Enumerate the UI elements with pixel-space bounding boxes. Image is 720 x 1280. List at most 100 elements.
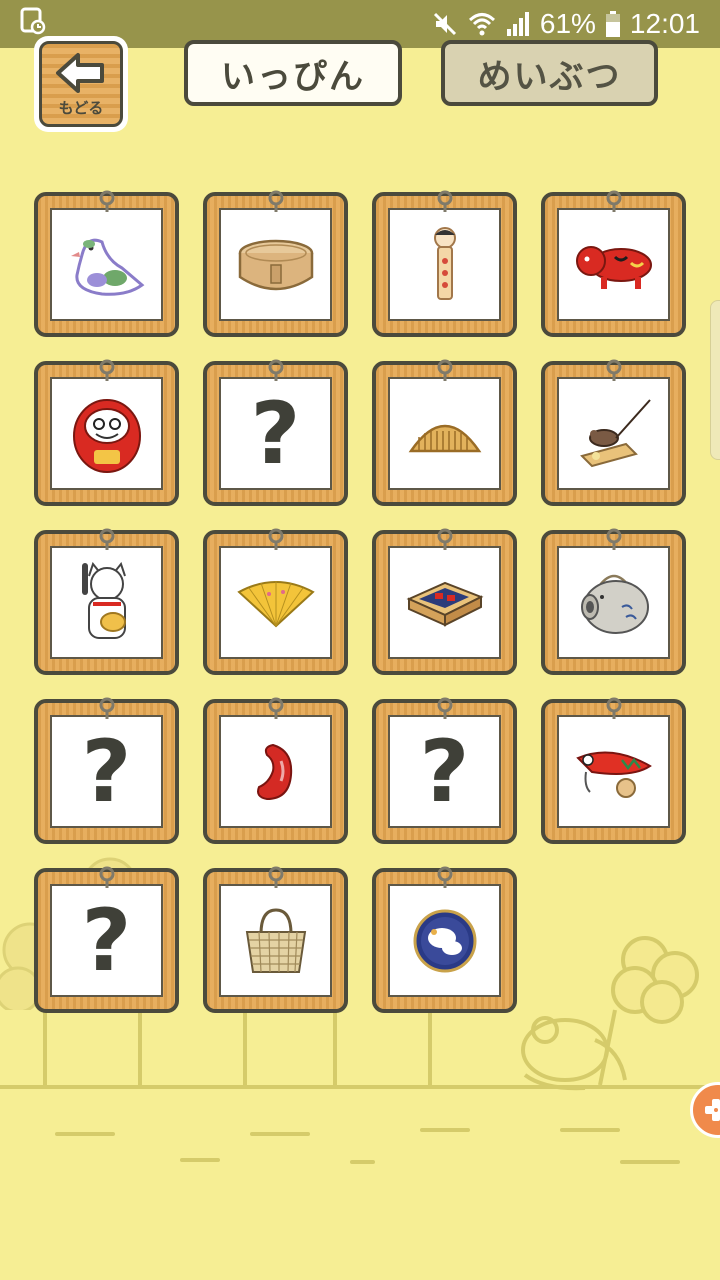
daruma-doll-icon: [72, 398, 141, 473]
back-button-board: もどる: [39, 41, 123, 127]
hook-icon: [606, 697, 621, 719]
item-frame: [557, 208, 670, 321]
wooden-comb-icon: [408, 424, 481, 452]
item-frame: [50, 377, 163, 490]
carp-toy-icon: [575, 751, 652, 798]
arrow-left-icon: [56, 52, 104, 93]
hook-icon: [268, 190, 283, 212]
ground-dash: [350, 1160, 375, 1164]
battery-icon: [605, 11, 620, 37]
lucky-cat-icon: [81, 561, 126, 639]
item-card[interactable]: [541, 528, 686, 675]
floating-game-tools-button[interactable]: [690, 1082, 720, 1138]
battery-percent: 61%: [539, 8, 596, 39]
mute-icon: [432, 11, 458, 37]
dove-figurine-icon: [70, 238, 144, 296]
ground-dash: [55, 1132, 115, 1136]
signal-icon: [506, 11, 530, 37]
wifi-icon: [468, 11, 496, 37]
item-card[interactable]: ?: [372, 697, 517, 844]
item-card[interactable]: [372, 866, 517, 1013]
tab-ippin[interactable]: いっぴん: [184, 40, 402, 106]
item-card[interactable]: [203, 528, 348, 675]
decorative-plate-icon: [413, 909, 476, 972]
back-label: もどる: [58, 98, 104, 117]
item-frame: [557, 715, 670, 828]
item-card[interactable]: [34, 528, 179, 675]
hook-icon: [606, 190, 621, 212]
item-frame: [388, 884, 501, 997]
folding-fan-icon: [236, 580, 315, 627]
item-card[interactable]: [203, 697, 348, 844]
item-frame: [388, 208, 501, 321]
hook-icon: [437, 866, 452, 888]
unknown-item-icon: ?: [250, 383, 301, 484]
hook-icon: [99, 528, 114, 550]
item-frame: [388, 546, 501, 659]
gamepad-icon: [705, 1099, 720, 1121]
red-cow-akabeko-icon: [575, 245, 652, 289]
item-frame: [557, 546, 670, 659]
pig-mosquito-coil-holder-icon: [580, 574, 649, 634]
edge-panel-handle[interactable]: [710, 300, 720, 460]
item-frame: ?: [219, 377, 332, 490]
item-frame: ?: [388, 715, 501, 828]
item-card[interactable]: [34, 190, 179, 337]
item-card[interactable]: [372, 359, 517, 506]
item-frame: [388, 377, 501, 490]
hook-icon: [268, 359, 283, 381]
item-card[interactable]: [372, 528, 517, 675]
hook-icon: [99, 190, 114, 212]
ground-dash: [180, 1158, 220, 1162]
mouse-trap-icon: [579, 398, 651, 467]
ground-dash: [560, 1128, 620, 1132]
item-frame: [219, 208, 332, 321]
tab-meibutsu[interactable]: めいぶつ: [441, 40, 658, 106]
matchbox-icon: [406, 581, 483, 627]
item-card[interactable]: [34, 359, 179, 506]
item-card[interactable]: ?: [34, 866, 179, 1013]
hook-icon: [99, 697, 114, 719]
hook-icon: [437, 697, 452, 719]
kokeshi-doll-icon: [433, 226, 456, 300]
item-frame: ?: [50, 715, 163, 828]
unknown-item-icon: ?: [81, 890, 132, 991]
item-frame: ?: [50, 884, 163, 997]
item-collection-grid: ? ? ? ?: [34, 190, 686, 1013]
tab-ippin-label: いっぴん: [221, 56, 365, 97]
ground-dash: [620, 1160, 680, 1164]
ground-dash: [250, 1132, 310, 1136]
red-bean-icon: [256, 743, 292, 800]
hook-icon: [606, 359, 621, 381]
tab-meibutsu-label: めいぶつ: [477, 56, 622, 97]
item-card[interactable]: [541, 190, 686, 337]
hook-icon: [437, 190, 452, 212]
clock: 12:01: [629, 8, 700, 39]
item-card[interactable]: [203, 866, 348, 1013]
hook-icon: [268, 528, 283, 550]
item-card[interactable]: ?: [34, 697, 179, 844]
ground-dash: [420, 1128, 470, 1132]
back-button[interactable]: もどる: [34, 36, 128, 132]
item-frame: [50, 546, 163, 659]
hook-icon: [437, 359, 452, 381]
item-frame: [50, 208, 163, 321]
unknown-item-icon: ?: [81, 721, 132, 822]
hook-icon: [606, 528, 621, 550]
hook-icon: [437, 528, 452, 550]
item-card[interactable]: [372, 190, 517, 337]
item-card[interactable]: [541, 359, 686, 506]
item-frame: [219, 884, 332, 997]
ground-line: [0, 1085, 720, 1089]
background-fence: [43, 1010, 432, 1085]
unknown-item-icon: ?: [419, 721, 470, 822]
item-frame: [219, 715, 332, 828]
item-card[interactable]: ?: [203, 359, 348, 506]
hook-icon: [268, 866, 283, 888]
item-frame: [557, 377, 670, 490]
item-card[interactable]: [203, 190, 348, 337]
item-card[interactable]: [541, 697, 686, 844]
hook-icon: [99, 359, 114, 381]
bento-box-icon: [238, 239, 313, 290]
woven-basket-bag-icon: [245, 907, 306, 973]
